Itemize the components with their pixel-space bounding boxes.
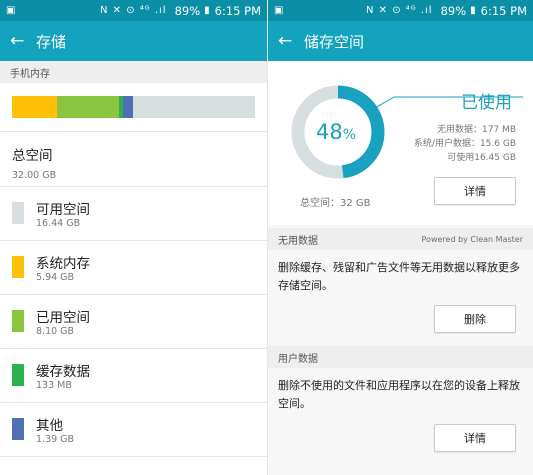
section-header-label: 手机内存 bbox=[10, 68, 50, 80]
section-header-user-data: 用户数据 bbox=[268, 346, 533, 368]
storage-space-screen: ▣ N ✕ ⊙ ⁴ᴳ .ıl 89% ▮ 6:15 PM ← 储存空间 48% … bbox=[268, 0, 533, 475]
legend-value: 5.94 GB bbox=[36, 272, 75, 283]
status-icons: N ✕ ⊙ ⁴ᴳ .ıl bbox=[366, 5, 433, 16]
usage-bar-segment bbox=[133, 96, 255, 118]
legend-value: 133 MB bbox=[36, 380, 72, 391]
divider bbox=[0, 131, 267, 132]
app-bar: ← 存储 bbox=[0, 21, 267, 61]
status-time: 6:15 PM bbox=[480, 3, 527, 18]
junk-description: 删除缓存、残留和广告文件等无用数据以释放更多存储空间。 bbox=[278, 261, 520, 292]
detail-available: 可使用16.45 GB bbox=[447, 153, 516, 163]
storage-screen: ▣ N ✕ ⊙ ⁴ᴳ .ıl 89% ▮ 6:15 PM ← 存储 手机内存 总… bbox=[0, 0, 267, 475]
legend-value: 8.10 GB bbox=[36, 326, 75, 337]
legend-value: 1.39 GB bbox=[36, 434, 75, 445]
battery-icon: ▮ bbox=[470, 5, 476, 16]
user-details-button[interactable]: 详情 bbox=[434, 424, 516, 452]
powered-by-label: Powered by Clean Master bbox=[421, 234, 523, 244]
total-space: 总空间 32.00 GB bbox=[12, 144, 56, 181]
page-title: 储存空间 bbox=[304, 32, 365, 51]
usage-bar-segment bbox=[122, 96, 134, 118]
battery-icon: ▮ bbox=[204, 5, 210, 16]
legend-row-system[interactable]: 系统内存 5.94 GB bbox=[0, 240, 267, 294]
legend-row-cache[interactable]: 缓存数据 133 MB bbox=[0, 348, 267, 402]
legend-label: 系统内存 bbox=[36, 256, 90, 272]
usage-bar-segment bbox=[57, 96, 119, 118]
picture-icon: ▣ bbox=[6, 5, 16, 16]
battery-level: 89% bbox=[440, 3, 467, 18]
legend-row-other[interactable]: 其他 1.39 GB bbox=[0, 402, 267, 456]
status-bar: ▣ N ✕ ⊙ ⁴ᴳ .ıl 89% ▮ 6:15 PM bbox=[268, 0, 533, 21]
legend-label: 可用空间 bbox=[36, 202, 90, 218]
usage-bar-segment bbox=[12, 96, 58, 118]
status-icons: N ✕ ⊙ ⁴ᴳ .ıl bbox=[100, 5, 167, 16]
details-button[interactable]: 详情 bbox=[434, 177, 516, 205]
section-header-junk: 无用数据 Powered by Clean Master bbox=[268, 228, 533, 250]
divider bbox=[0, 456, 267, 457]
legend-swatch bbox=[12, 364, 24, 386]
total-space-value: 32.00 GB bbox=[12, 170, 57, 181]
legend-swatch bbox=[12, 310, 24, 332]
battery-level: 89% bbox=[174, 3, 201, 18]
legend-label: 已用空间 bbox=[36, 310, 90, 326]
legend-row-free[interactable]: 可用空间 16.44 GB bbox=[0, 186, 267, 240]
legend-label: 缓存数据 bbox=[36, 364, 90, 380]
total-space-label: 总空间 bbox=[12, 148, 53, 164]
back-arrow-icon[interactable]: ← bbox=[278, 31, 302, 51]
app-bar: ← 储存空间 bbox=[268, 21, 533, 61]
section-header-label: 无用数据 bbox=[278, 235, 318, 247]
legend-label: 其他 bbox=[36, 418, 63, 434]
user-data-section: 用户数据 bbox=[268, 346, 533, 368]
back-arrow-icon[interactable]: ← bbox=[10, 31, 34, 51]
junk-section: 无用数据 Powered by Clean Master bbox=[268, 228, 533, 250]
section-header-label: 用户数据 bbox=[278, 353, 318, 365]
picture-icon: ▣ bbox=[274, 5, 284, 16]
section-header-phone-storage: 手机内存 bbox=[0, 61, 267, 83]
status-bar: ▣ N ✕ ⊙ ⁴ᴳ .ıl 89% ▮ 6:15 PM bbox=[0, 0, 267, 21]
legend-row-used[interactable]: 已用空间 8.10 GB bbox=[0, 294, 267, 348]
total-space: 总空间：32 GB bbox=[300, 198, 371, 209]
donut-percent-unit: % bbox=[343, 127, 356, 143]
status-time: 6:15 PM bbox=[214, 3, 261, 18]
delete-button[interactable]: 删除 bbox=[434, 305, 516, 333]
storage-usage-bar bbox=[12, 96, 255, 118]
page-title: 存储 bbox=[36, 32, 67, 51]
detail-junk: 无用数据：177 MB bbox=[437, 125, 516, 135]
used-label: 已使用 bbox=[461, 93, 512, 113]
donut-percent: 48% bbox=[316, 120, 356, 144]
legend-value: 16.44 GB bbox=[36, 218, 81, 229]
legend-swatch bbox=[12, 418, 24, 440]
legend-swatch bbox=[12, 256, 24, 278]
user-data-description: 删除不使用的文件和应用程序以在您的设备上释放空间。 bbox=[278, 379, 520, 410]
legend-swatch bbox=[12, 202, 24, 224]
donut-percent-number: 48 bbox=[316, 120, 343, 144]
detail-system-user: 系统/用户数据：15.6 GB bbox=[413, 139, 516, 149]
